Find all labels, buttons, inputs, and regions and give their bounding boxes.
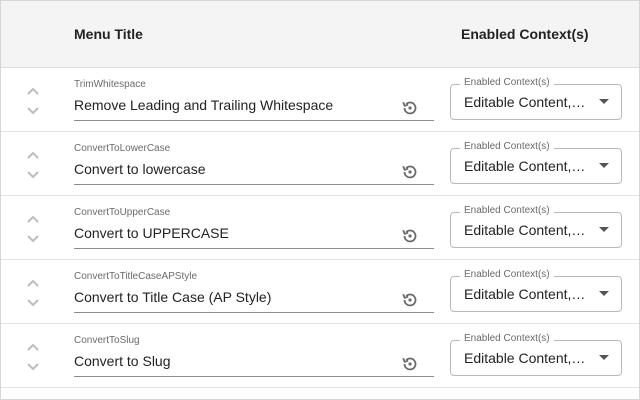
reorder-handle-icon[interactable] <box>25 342 41 372</box>
select-value: Editable Content, Selection <box>464 350 589 366</box>
menu-title-value: Convert to Title Case (AP Style) <box>74 289 272 305</box>
item-id-label: ConvertToTitleCaseAPStyle <box>74 271 198 282</box>
enabled-contexts-select[interactable]: Enabled Context(s) Editable Content, Sel… <box>450 269 622 312</box>
select-floating-label: Enabled Context(s) <box>460 77 554 88</box>
menu-title-input[interactable]: Convert to lowercase <box>74 158 434 185</box>
reorder-handle-icon[interactable] <box>25 214 41 244</box>
reset-icon[interactable] <box>400 162 420 182</box>
select-value: Editable Content, Selection <box>464 286 589 302</box>
menu-title-input[interactable]: Convert to Title Case (AP Style) <box>74 286 434 313</box>
item-id-label: ConvertToUpperCase <box>74 207 171 218</box>
menu-title-value: Convert to Slug <box>74 353 171 369</box>
menu-items-table: Menu Title Enabled Context(s) TrimWhites… <box>0 0 640 400</box>
header-enabled-contexts: Enabled Context(s) <box>461 26 589 42</box>
menu-title-value: Convert to UPPERCASE <box>74 225 229 241</box>
reset-icon[interactable] <box>400 354 420 374</box>
reset-icon[interactable] <box>400 290 420 310</box>
select-floating-label: Enabled Context(s) <box>460 269 554 280</box>
enabled-contexts-select[interactable]: Enabled Context(s) Editable Content, Sel… <box>450 333 622 376</box>
select-floating-label: Enabled Context(s) <box>460 333 554 344</box>
reorder-handle-icon[interactable] <box>25 278 41 308</box>
menu-title-value: Convert to lowercase <box>74 161 206 177</box>
enabled-contexts-select[interactable]: Enabled Context(s) Editable Content, Sel… <box>450 205 622 248</box>
reset-icon[interactable] <box>400 98 420 118</box>
table-row: ConvertToSlug Convert to Slug Enabled Co… <box>1 324 639 388</box>
menu-title-input[interactable]: Remove Leading and Trailing Whitespace <box>74 94 434 121</box>
dropdown-arrow-icon[interactable] <box>599 163 609 168</box>
reset-icon[interactable] <box>400 226 420 246</box>
table-header: Menu Title Enabled Context(s) <box>1 1 639 68</box>
table-row: ConvertToUpperCase Convert to UPPERCASE … <box>1 196 639 260</box>
header-menu-title: Menu Title <box>74 26 143 42</box>
menu-title-input[interactable]: Convert to Slug <box>74 350 434 377</box>
enabled-contexts-select[interactable]: Enabled Context(s) Editable Content, Sel… <box>450 77 622 120</box>
select-floating-label: Enabled Context(s) <box>460 205 554 216</box>
dropdown-arrow-icon[interactable] <box>599 355 609 360</box>
item-id-label: ConvertToSlug <box>74 335 140 346</box>
dropdown-arrow-icon[interactable] <box>599 291 609 296</box>
item-id-label: TrimWhitespace <box>74 79 146 90</box>
menu-title-value: Remove Leading and Trailing Whitespace <box>74 97 334 113</box>
item-id-label: ConvertToLowerCase <box>74 143 171 154</box>
table-row: ConvertToTitleCaseAPStyle Convert to Tit… <box>1 260 639 324</box>
dropdown-arrow-icon[interactable] <box>599 99 609 104</box>
dropdown-arrow-icon[interactable] <box>599 227 609 232</box>
select-value: Editable Content, Selection <box>464 94 589 110</box>
select-value: Editable Content, Selection <box>464 222 589 238</box>
reorder-handle-icon[interactable] <box>25 86 41 116</box>
enabled-contexts-select[interactable]: Enabled Context(s) Editable Content, Sel… <box>450 141 622 184</box>
select-value: Editable Content, Selection <box>464 158 589 174</box>
menu-title-input[interactable]: Convert to UPPERCASE <box>74 222 434 249</box>
table-row: ConvertToLowerCase Convert to lowercase … <box>1 132 639 196</box>
reorder-handle-icon[interactable] <box>25 150 41 180</box>
table-row: TrimWhitespace Remove Leading and Traili… <box>1 68 639 132</box>
select-floating-label: Enabled Context(s) <box>460 141 554 152</box>
